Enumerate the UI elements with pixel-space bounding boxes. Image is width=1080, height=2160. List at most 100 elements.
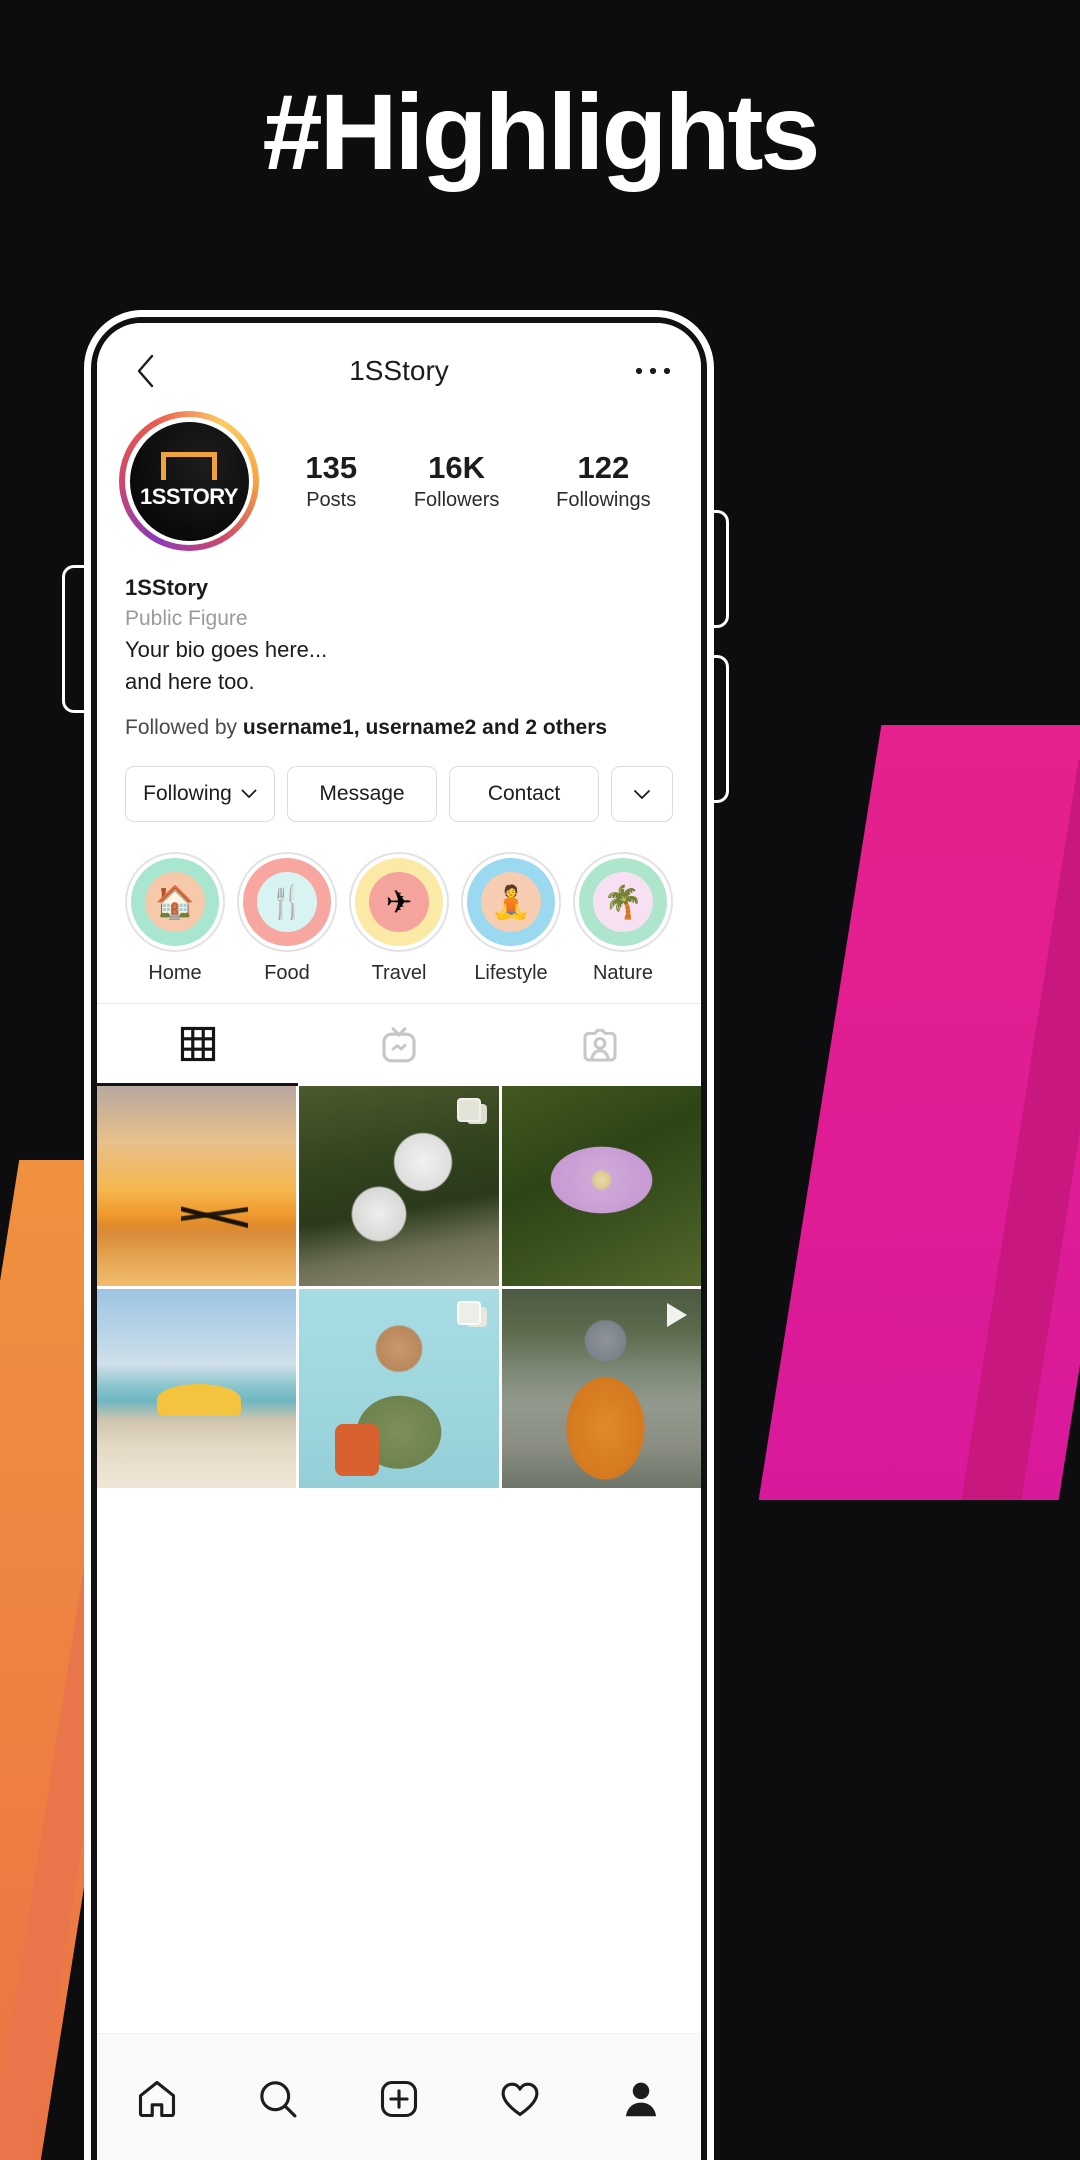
phone-side-button xyxy=(707,655,729,803)
heart-icon xyxy=(501,2082,539,2116)
highlight-cover: ✈ xyxy=(355,858,443,947)
avatar-logo-text: 1SSTORY xyxy=(140,484,238,509)
back-button[interactable] xyxy=(123,349,167,393)
add-post-icon xyxy=(380,2080,418,2117)
igtv-icon xyxy=(382,1027,416,1063)
profile-bio: 1SStory Public Figure Your bio goes here… xyxy=(97,551,701,698)
highlight-label: Food xyxy=(264,962,310,985)
avatar-bracket-shape xyxy=(161,452,217,480)
highlight-label: Nature xyxy=(592,962,654,985)
highlight-cover: 🏠 xyxy=(131,858,219,947)
multi-post-icon xyxy=(456,1098,487,1125)
profile-actions: Following Message Contact xyxy=(97,740,701,823)
post-beach-umbrella[interactable] xyxy=(97,1288,297,1488)
chevron-down-icon xyxy=(241,789,257,799)
stat-followings[interactable]: 122 Followings xyxy=(556,450,650,512)
profile-icon xyxy=(625,2082,656,2116)
avatar-image: 1SSTORY xyxy=(129,421,249,541)
nav-profile[interactable] xyxy=(601,2059,681,2139)
highlight-ring: 🍴 xyxy=(237,852,337,953)
tab-tagged[interactable] xyxy=(500,1004,701,1086)
more-options-button[interactable] xyxy=(631,349,675,393)
highlight-lifestyle[interactable]: 🧘 Lifestyle xyxy=(459,852,563,985)
profile-tabs xyxy=(97,1003,701,1087)
stat-followers[interactable]: 16K Followers xyxy=(414,450,500,512)
message-button-label: Message xyxy=(319,782,405,806)
nav-add-post[interactable] xyxy=(359,2059,439,2139)
followed-by: Followed by username1, username2 and 2 o… xyxy=(97,698,701,740)
highlight-food[interactable]: 🍴 Food xyxy=(235,852,339,985)
post-purple-flower[interactable] xyxy=(501,1086,701,1286)
profile-display-name: 1SStory xyxy=(125,575,209,600)
post-seagulls[interactable] xyxy=(299,1086,499,1286)
nav-activity[interactable] xyxy=(480,2059,560,2139)
post-image xyxy=(97,1086,297,1286)
grid-icon xyxy=(180,1026,215,1061)
followed-by-names[interactable]: username1, username2 and 2 others xyxy=(243,716,607,739)
post-image xyxy=(97,1288,297,1488)
hero-section: #Highlights xyxy=(0,70,1080,194)
profile-stats: 135 Posts 16K Followers 122 Followings xyxy=(259,450,679,512)
stat-value: 135 xyxy=(305,450,358,486)
highlight-ring: 🧘 xyxy=(461,852,561,953)
more-actions-button[interactable] xyxy=(611,766,673,823)
stat-value: 122 xyxy=(577,450,630,486)
more-options-icon xyxy=(635,367,671,375)
phone-screen: 1SStory 1SSTORY 135 Posts 16K Followers … xyxy=(97,323,701,2160)
phone-mockup: 1SStory 1SSTORY 135 Posts 16K Followers … xyxy=(84,310,714,2160)
contact-button[interactable]: Contact xyxy=(449,766,599,823)
highlight-label: Travel xyxy=(371,962,427,985)
tab-igtv[interactable] xyxy=(298,1004,499,1086)
tab-grid[interactable] xyxy=(97,1004,299,1087)
highlight-label: Lifestyle xyxy=(474,962,548,985)
followed-by-prefix: Followed by xyxy=(125,716,243,740)
highlight-travel[interactable]: ✈ Travel xyxy=(347,852,451,985)
avatar[interactable]: 1SSTORY xyxy=(119,411,259,551)
stat-value: 16K xyxy=(428,450,486,486)
meditation-icon: 🧘 xyxy=(481,872,541,933)
highlight-ring: 🏠 xyxy=(125,852,225,953)
highlight-home[interactable]: 🏠 Home xyxy=(123,852,227,985)
highlight-ring: ✈ xyxy=(349,852,449,953)
following-button-label: Following xyxy=(143,782,232,806)
highlight-ring: 🌴 xyxy=(573,852,673,953)
multi-post-icon xyxy=(456,1300,487,1327)
highlight-nature[interactable]: 🌴 Nature xyxy=(571,852,675,985)
story-highlights: 🏠 Home 🍴 Food ✈ Travel 🧘 Lifestyle 🌴 Nat… xyxy=(97,822,701,1003)
house-icon: 🏠 xyxy=(145,872,205,933)
app-header: 1SStory xyxy=(97,323,701,405)
profile-header: 1SSTORY 135 Posts 16K Followers 122 Foll… xyxy=(97,405,701,551)
home-icon xyxy=(139,2080,176,2117)
search-icon xyxy=(260,2080,297,2117)
tagged-icon xyxy=(583,1029,617,1062)
highlight-label: Home xyxy=(148,962,202,985)
bio-line-2: and here too. xyxy=(125,669,255,695)
bio-line-1: Your bio goes here... xyxy=(125,637,328,663)
poster-stage: #Highlights 1SStory 1SSTORY 135 Posts 16… xyxy=(0,0,1080,2160)
nav-home[interactable] xyxy=(117,2059,197,2139)
photo-grid xyxy=(97,1086,701,1488)
play-video-icon xyxy=(666,1302,687,1327)
bottom-navigation xyxy=(97,2033,701,2160)
cutlery-icon: 🍴 xyxy=(257,872,317,933)
post-sunset-reeds[interactable] xyxy=(97,1086,297,1286)
palm-tree-icon: 🌴 xyxy=(593,872,653,933)
phone-volume-buttons xyxy=(62,565,84,713)
nav-search[interactable] xyxy=(238,2059,318,2139)
header-title: 1SStory xyxy=(349,355,449,386)
stat-posts[interactable]: 135 Posts xyxy=(305,450,357,512)
avatar-inner-ring: 1SSTORY xyxy=(125,417,253,545)
phone-power-button xyxy=(707,510,729,628)
post-woman-lake[interactable] xyxy=(501,1288,701,1488)
highlight-cover: 🍴 xyxy=(243,858,331,947)
post-image xyxy=(501,1086,701,1286)
chevron-down-icon xyxy=(634,789,650,799)
following-button[interactable]: Following xyxy=(125,766,275,823)
post-woman-phone[interactable] xyxy=(299,1288,499,1488)
page-title: #Highlights xyxy=(262,71,821,192)
highlight-cover: 🧘 xyxy=(467,858,555,947)
chevron-left-icon xyxy=(137,354,154,388)
message-button[interactable]: Message xyxy=(287,766,437,823)
stat-label: Posts xyxy=(306,488,357,511)
highlight-cover: 🌴 xyxy=(579,858,667,947)
